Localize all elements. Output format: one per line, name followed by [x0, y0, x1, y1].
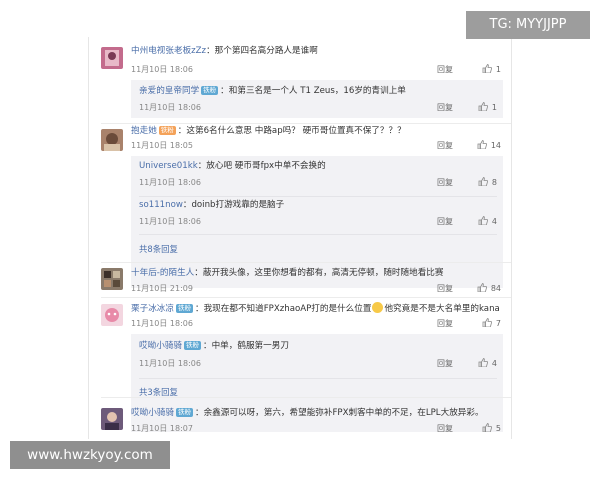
thumbs-up-icon — [478, 216, 488, 225]
thumbs-up-icon — [477, 283, 487, 292]
comment-username[interactable]: 栗子冰冰凉 — [131, 304, 174, 314]
comment-username[interactable]: 中州电视张老板zZz — [131, 46, 206, 56]
comment-time: 11月10日 21:09 — [131, 284, 193, 293]
fan-badge: 铁粉 — [175, 304, 193, 313]
reply-button[interactable]: 回复 — [437, 64, 453, 76]
reply-button[interactable]: 回复 — [437, 423, 453, 435]
like-button[interactable]: 5 — [482, 423, 501, 435]
divider — [101, 397, 511, 398]
divider — [101, 262, 511, 263]
like-button[interactable]: 4 — [478, 216, 497, 228]
reply-username[interactable]: so111now — [139, 200, 183, 210]
reply-username[interactable]: Universe01kk — [139, 161, 198, 171]
thumbs-up-icon — [478, 358, 488, 367]
comment-text-continued: 他究竟是不是大名单里的kana — [384, 304, 500, 314]
comment-text: ：余鑫源可以呀，第六，希望能弥补FPX刺客中单的不足，在LPL大放异彩。 — [194, 408, 484, 418]
fan-badge: 铁粉 — [158, 126, 176, 135]
reply-box: 亲爱的皇帝同学 铁粉 ：和第三名是一个人 T1 Zeus，16岁的青训上单 11月1… — [131, 80, 503, 118]
like-count: 1 — [495, 65, 501, 74]
divider — [139, 196, 497, 197]
comment-time: 11月10日 18:06 — [131, 65, 193, 74]
like-count: 14 — [490, 141, 501, 150]
comment-username[interactable]: 十年后-的陌生人 — [131, 268, 194, 278]
avatar[interactable] — [101, 47, 123, 69]
like-count: 84 — [490, 284, 501, 293]
avatar[interactable] — [101, 408, 123, 430]
comment-username[interactable]: 哎呦小骑骑 — [131, 408, 174, 418]
thumbs-up-icon — [482, 318, 492, 327]
divider — [101, 297, 511, 298]
thumbs-up-icon — [482, 423, 492, 432]
reply-time: 11月10日 18:06 — [139, 217, 201, 226]
reply-button[interactable]: 回复 — [437, 358, 453, 370]
site-watermark: www.hwzkyoy.com — [10, 441, 170, 469]
reply-text: ：doinb打游戏靠的是脑子 — [182, 200, 285, 210]
like-button[interactable]: 84 — [477, 283, 501, 295]
reply-time: 11月10日 18:06 — [139, 103, 201, 112]
reply-button[interactable]: 回复 — [437, 102, 453, 114]
reply-username[interactable]: 哎呦小骑骑 — [139, 341, 182, 351]
fan-badge: 铁粉 — [183, 341, 201, 350]
thumbs-up-icon — [478, 102, 488, 111]
thumbs-up-icon — [482, 64, 492, 73]
like-count: 4 — [491, 217, 497, 226]
like-button[interactable]: 8 — [478, 177, 497, 189]
reply-text: ：放心吧 硬币哥fpx中单不会换的 — [197, 161, 326, 171]
reply-button[interactable]: 回复 — [437, 318, 453, 330]
comment-time: 11月10日 18:07 — [131, 424, 193, 433]
comment-time: 11月10日 18:05 — [131, 141, 193, 150]
comment-panel: 中州电视张老板zZz：那个第四名高分路人是谁啊 11月10日 18:06 回复 … — [88, 37, 512, 439]
reply-text: ：中单，鹤服第一男刀 — [202, 341, 289, 351]
divider — [101, 123, 511, 124]
thumbs-up-icon — [477, 140, 487, 149]
comment-text: ：蔽开我头像，这里你想看的都有，高清无停顿，随时随地看比赛 — [194, 268, 444, 278]
like-count: 1 — [491, 103, 497, 112]
like-count: 4 — [491, 359, 497, 368]
reply-button[interactable]: 回复 — [437, 283, 453, 295]
reply-button[interactable]: 回复 — [437, 216, 453, 228]
like-button[interactable]: 14 — [477, 140, 501, 152]
reply-username[interactable]: 亲爱的皇帝同学 — [139, 86, 199, 96]
like-button[interactable]: 1 — [482, 64, 501, 76]
fan-badge: 铁粉 — [201, 86, 219, 95]
reply-button[interactable]: 回复 — [437, 140, 453, 152]
reply-button[interactable]: 回复 — [437, 177, 453, 189]
like-button[interactable]: 7 — [482, 318, 501, 330]
like-button[interactable]: 1 — [478, 102, 497, 114]
comment-text: ：那个第四名高分路人是谁啊 — [206, 46, 318, 56]
reply-time: 11月10日 18:06 — [139, 359, 201, 368]
fan-badge: 铁粉 — [175, 408, 193, 417]
like-button[interactable]: 4 — [478, 358, 497, 370]
thumbs-up-icon — [478, 177, 488, 186]
avatar[interactable] — [101, 129, 123, 151]
like-count: 8 — [491, 178, 497, 187]
reply-text: ：和第三名是一个人 T1 Zeus，16岁的青训上单 — [220, 86, 406, 96]
comment-text: ：这第6名什么意思 中路ap吗？ 硬币哥位置真不保了？？？ — [177, 126, 406, 136]
avatar[interactable] — [101, 304, 123, 326]
like-count: 7 — [495, 319, 501, 328]
divider — [139, 234, 497, 235]
like-count: 5 — [495, 424, 501, 433]
laughing-emoji-icon — [372, 302, 384, 313]
avatar[interactable] — [101, 268, 123, 290]
telegram-watermark: TG: MYYJJPP — [466, 11, 590, 39]
reply-time: 11月10日 18:06 — [139, 178, 201, 187]
comment-username[interactable]: 抱走她 — [131, 126, 157, 136]
more-replies-link[interactable]: 共8条回复 — [139, 243, 178, 255]
comment-time: 11月10日 18:06 — [131, 319, 193, 328]
comment-text: ：我现在都不知道FPXzhaoAP打的是什么位置 — [194, 304, 372, 314]
divider — [139, 378, 497, 379]
